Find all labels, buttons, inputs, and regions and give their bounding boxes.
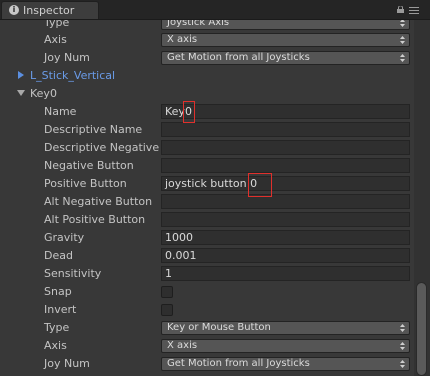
top-axis-label: Axis <box>44 33 67 46</box>
dead-label: Dead <box>44 249 73 262</box>
type-value: Key or Mouse Button <box>167 322 271 333</box>
positive-button-row: Positive Button joystick button 0 <box>0 175 414 193</box>
context-menu-icon[interactable] <box>409 7 419 14</box>
top-type-label: Type <box>44 20 70 29</box>
descriptive-negative-row: Descriptive Negative <box>0 139 414 157</box>
top-type-dropdown[interactable]: Joystick Axis <box>161 20 410 30</box>
name-label: Name <box>44 105 77 118</box>
dropdown-arrows-icon <box>400 36 405 44</box>
foldout-key0[interactable]: Key0 <box>0 85 414 103</box>
gravity-row: Gravity 1000 <box>0 229 414 247</box>
dropdown-arrows-icon <box>400 20 405 27</box>
positive-button-field[interactable]: joystick button 0 <box>161 176 410 191</box>
inspector-tab-label: Inspector <box>23 4 75 17</box>
dropdown-arrows-icon <box>400 54 405 62</box>
inspector-titlebar: i Inspector <box>0 0 430 20</box>
foldout-collapsed-icon[interactable] <box>17 71 25 79</box>
top-joynum-row: Joy Num Get Motion from all Joysticks <box>0 49 414 67</box>
joynum-dropdown[interactable]: Get Motion from all Joysticks <box>161 357 410 371</box>
dead-field[interactable]: 0.001 <box>161 248 410 263</box>
alt-negative-button-row: Alt Negative Button <box>0 193 414 211</box>
snap-label: Snap <box>44 285 72 298</box>
snap-row: Snap <box>0 283 414 301</box>
foldout-l-stick-vertical[interactable]: L_Stick_Vertical <box>0 67 414 85</box>
top-axis-value: X axis <box>167 34 198 45</box>
invert-checkbox[interactable] <box>161 304 173 316</box>
gravity-label: Gravity <box>44 231 85 244</box>
vertical-scrollbar[interactable] <box>414 20 430 376</box>
dropdown-arrows-icon <box>400 342 405 350</box>
joynum-row: Joy Num Get Motion from all Joysticks <box>0 355 414 373</box>
descriptive-negative-label: Descriptive Negative <box>44 141 160 154</box>
top-joynum-value: Get Motion from all Joysticks <box>167 52 310 63</box>
joynum-label: Joy Num <box>44 357 90 370</box>
foldout-expanded-icon[interactable] <box>17 89 25 97</box>
descriptive-name-label: Descriptive Name <box>44 123 143 136</box>
negative-button-label: Negative Button <box>44 159 134 172</box>
inspector-content: Type Joystick Axis Axis X axis Joy Num G… <box>0 20 414 376</box>
foldout-label: L_Stick_Vertical <box>30 69 116 82</box>
name-row: Name Key0 <box>0 103 414 121</box>
top-joynum-dropdown[interactable]: Get Motion from all Joysticks <box>161 51 410 65</box>
dead-row: Dead 0.001 <box>0 247 414 265</box>
name-field[interactable]: Key0 <box>161 104 410 119</box>
inspector-tab[interactable]: i Inspector <box>1 1 99 19</box>
sensitivity-row: Sensitivity 1 <box>0 265 414 283</box>
axis-dropdown[interactable]: X axis <box>161 339 410 353</box>
top-type-value: Joystick Axis <box>167 20 230 28</box>
alt-positive-button-row: Alt Positive Button <box>0 211 414 229</box>
type-label: Type <box>44 321 70 334</box>
sensitivity-field[interactable]: 1 <box>161 266 410 281</box>
alt-negative-button-label: Alt Negative Button <box>44 195 153 208</box>
negative-button-row: Negative Button <box>0 157 414 175</box>
descriptive-negative-field[interactable] <box>161 140 410 155</box>
descriptive-name-field[interactable] <box>161 122 410 137</box>
gravity-field[interactable]: 1000 <box>161 230 410 245</box>
scrollbar-thumb[interactable] <box>416 282 427 376</box>
axis-row: Axis X axis <box>0 337 414 355</box>
axis-value: X axis <box>167 340 198 351</box>
type-dropdown[interactable]: Key or Mouse Button <box>161 321 410 335</box>
negative-button-field[interactable] <box>161 158 410 173</box>
info-icon: i <box>9 5 19 15</box>
dropdown-arrows-icon <box>400 360 405 368</box>
positive-button-label: Positive Button <box>44 177 127 190</box>
invert-row: Invert <box>0 301 414 319</box>
alt-negative-button-field[interactable] <box>161 194 410 209</box>
alt-positive-button-field[interactable] <box>161 212 410 227</box>
top-axis-dropdown[interactable]: X axis <box>161 33 410 47</box>
alt-positive-button-label: Alt Positive Button <box>44 213 146 226</box>
dropdown-arrows-icon <box>400 324 405 332</box>
lock-icon[interactable] <box>397 6 404 13</box>
foldout-label: Key0 <box>30 87 57 100</box>
invert-label: Invert <box>44 303 77 316</box>
descriptive-name-row: Descriptive Name <box>0 121 414 139</box>
type-row: Type Key or Mouse Button <box>0 319 414 337</box>
joynum-value: Get Motion from all Joysticks <box>167 358 310 369</box>
top-axis-row: Axis X axis <box>0 31 414 49</box>
sensitivity-label: Sensitivity <box>44 267 102 280</box>
snap-checkbox[interactable] <box>161 286 173 298</box>
axis-label: Axis <box>44 339 67 352</box>
top-joynum-label: Joy Num <box>44 51 90 64</box>
